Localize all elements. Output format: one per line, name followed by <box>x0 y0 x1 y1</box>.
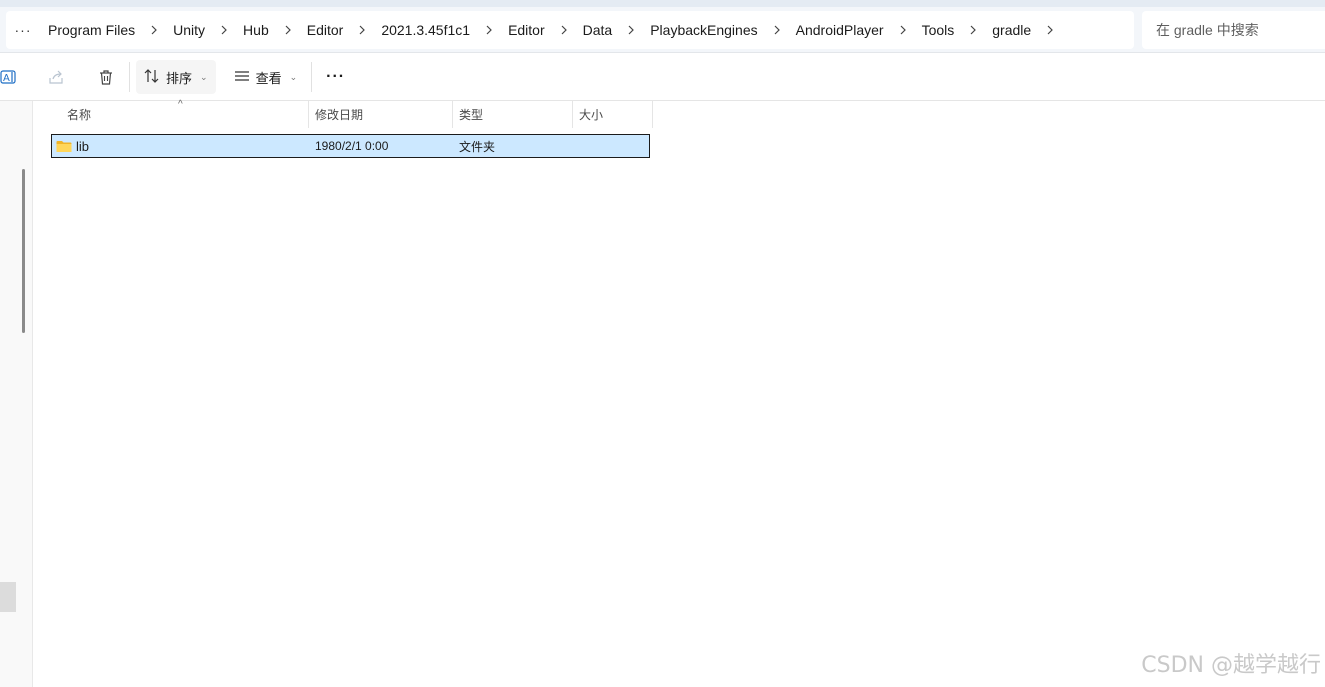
column-header-type[interactable]: 类型 <box>453 101 573 128</box>
address-row: ··· Program Files Unity Hub Editor 2021.… <box>0 7 1325 53</box>
crumb-label: gradle <box>992 22 1032 38</box>
column-header-name[interactable]: 名称 ^ <box>50 99 309 128</box>
crumb-label: Editor <box>508 22 545 38</box>
toolbar-divider <box>129 62 130 92</box>
crumb-tools[interactable]: Tools <box>914 15 963 45</box>
breadcrumb-overflow-button[interactable]: ··· <box>6 15 40 45</box>
column-header-row: 名称 ^ 修改日期 类型 大小 <box>50 99 653 128</box>
crumb-version[interactable]: 2021.3.45f1c1 <box>373 15 478 45</box>
nav-scrollbar[interactable] <box>22 169 25 333</box>
chevron-right-icon[interactable] <box>1039 25 1061 35</box>
crumb-playbackengines[interactable]: PlaybackEngines <box>642 15 765 45</box>
file-name: lib <box>76 138 90 154</box>
crumb-label: Hub <box>243 22 269 38</box>
crumb-androidplayer[interactable]: AndroidPlayer <box>788 15 892 45</box>
chevron-right-icon[interactable] <box>351 25 373 35</box>
chevron-right-icon[interactable] <box>478 25 500 35</box>
name-cell: lib <box>52 135 310 157</box>
size-cell <box>574 135 649 157</box>
column-header-label: 名称 <box>67 108 92 122</box>
chevron-right-icon[interactable] <box>962 25 984 35</box>
modified-cell: 1980/2/1 0:00 <box>315 139 389 153</box>
chevron-right-icon[interactable] <box>277 25 299 35</box>
column-header-label: 类型 <box>459 108 484 122</box>
column-header-label: 大小 <box>579 108 604 122</box>
search-box[interactable] <box>1142 11 1325 49</box>
crumb-unity[interactable]: Unity <box>165 15 213 45</box>
toolbar-divider <box>311 62 313 92</box>
chevron-right-icon[interactable] <box>620 25 642 35</box>
crumb-label: 2021.3.45f1c1 <box>381 22 471 38</box>
chevron-right-icon[interactable] <box>892 25 914 35</box>
more-options-button[interactable]: ··· <box>318 60 353 94</box>
chevron-down-icon: ⌄ <box>289 71 298 82</box>
sort-ascending-icon: ^ <box>178 99 183 110</box>
crumb-editor-2[interactable]: Editor <box>500 15 553 45</box>
column-header-modified[interactable]: 修改日期 <box>309 101 453 128</box>
table-row[interactable]: lib 1980/2/1 0:00 文件夹 <box>51 134 650 158</box>
sort-label: 排序 <box>166 70 193 86</box>
type-cell: 文件夹 <box>459 139 496 154</box>
view-button[interactable]: 查看 ⌄ <box>226 60 306 94</box>
view-label: 查看 <box>255 70 282 86</box>
crumb-editor[interactable]: Editor <box>299 15 352 45</box>
rename-icon[interactable]: A <box>0 60 18 94</box>
more-icon: ··· <box>326 68 346 85</box>
search-input[interactable] <box>1156 22 1325 38</box>
nav-selected-item[interactable] <box>0 582 16 612</box>
watermark: CSDN @越学越行 <box>1141 653 1321 678</box>
crumb-label: Unity <box>173 22 206 38</box>
crumb-hub[interactable]: Hub <box>235 15 277 45</box>
crumb-label: Editor <box>306 22 344 38</box>
chevron-right-icon[interactable] <box>553 25 575 35</box>
view-list-icon <box>234 70 250 85</box>
chevron-right-icon[interactable] <box>766 25 788 35</box>
breadcrumb[interactable]: ··· Program Files Unity Hub Editor 2021.… <box>6 11 1134 49</box>
crumb-gradle[interactable]: gradle <box>984 15 1039 45</box>
svg-text:A: A <box>3 73 10 84</box>
delete-icon[interactable] <box>89 60 123 94</box>
crumb-label: Data <box>582 22 613 38</box>
chevron-right-icon[interactable] <box>143 25 165 35</box>
sort-icon <box>144 68 160 86</box>
crumb-data[interactable]: Data <box>575 15 621 45</box>
command-bar: A 排序 ⌄ 查看 ⌄ ··· <box>0 54 1325 101</box>
sort-button[interactable]: 排序 ⌄ <box>136 60 216 94</box>
crumb-label: AndroidPlayer <box>795 22 884 38</box>
chevron-right-icon[interactable] <box>213 25 235 35</box>
crumb-program-files[interactable]: Program Files <box>40 15 143 45</box>
crumb-label: Program Files <box>48 22 136 38</box>
folder-icon <box>56 140 72 153</box>
title-strip <box>0 0 1325 7</box>
column-header-size[interactable]: 大小 <box>573 101 653 128</box>
navigation-pane[interactable] <box>0 101 33 687</box>
column-header-label: 修改日期 <box>315 108 364 122</box>
crumb-label: PlaybackEngines <box>650 22 758 38</box>
share-icon[interactable] <box>40 60 74 94</box>
crumb-label: Tools <box>921 22 955 38</box>
chevron-down-icon: ⌄ <box>200 71 208 82</box>
